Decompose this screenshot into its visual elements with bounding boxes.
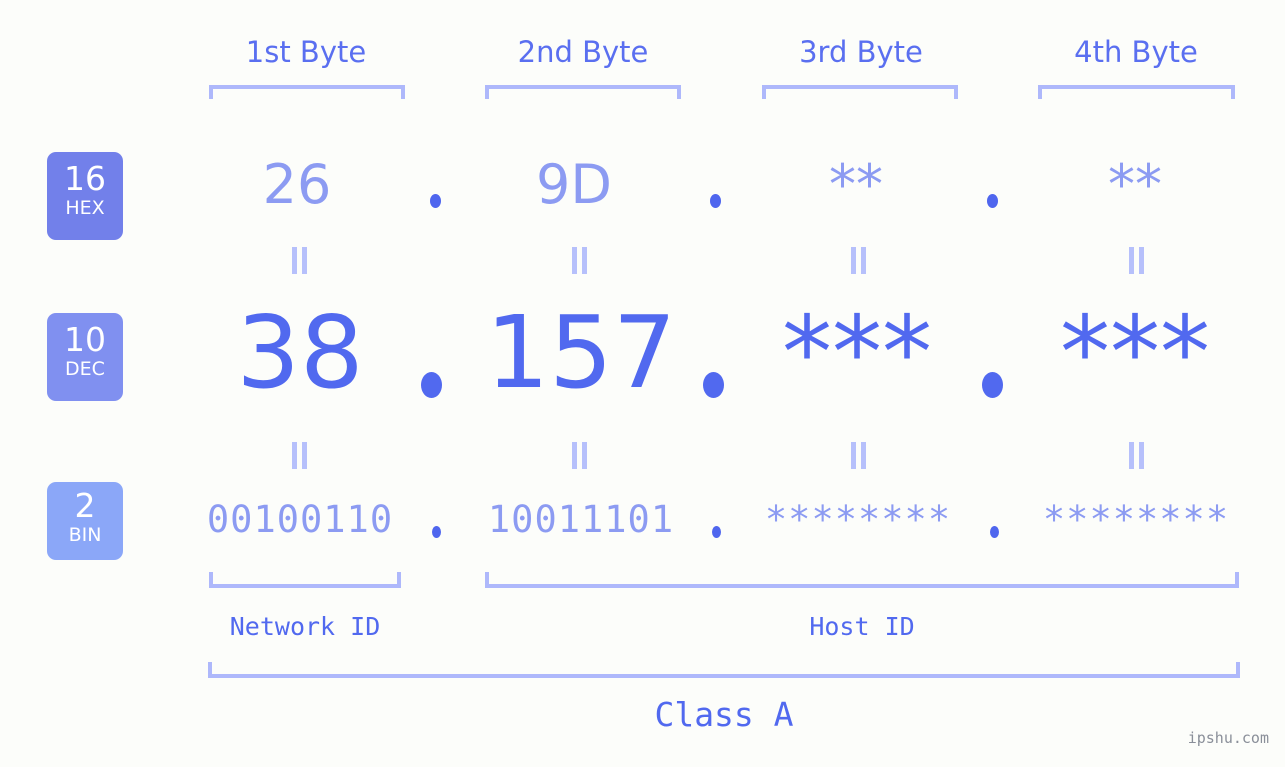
hex-separator-dot-3 [987,194,998,208]
dec-separator-dot-2 [703,372,724,398]
bin-separator-dot-1 [432,526,441,538]
network-id-label: Network ID [229,612,381,641]
byte-bracket-4 [1038,85,1235,99]
hex-separator-dot-1 [430,194,441,208]
base-badge-dec-name: DEC [65,358,105,380]
hex-separator-dot-2 [710,194,721,208]
base-badge-bin-name: BIN [68,524,102,546]
dec-separator-dot-1 [421,372,442,398]
hex-byte-4: ** [1108,153,1162,216]
equals-connector-dec-bin-1 [289,442,310,469]
base-badge-hex-number: 16 [64,159,106,198]
base-badge-bin: 2 BIN [47,482,123,560]
byte-header-3: 3rd Byte [799,35,923,69]
ip-address-breakdown-diagram: 1st Byte 2nd Byte 3rd Byte 4th Byte 16 H… [0,0,1285,767]
hex-byte-3: ** [829,153,883,216]
equals-connector-hex-dec-3 [848,247,869,274]
dec-byte-3: *** [782,294,932,411]
class-label: Class A [654,695,794,734]
byte-bracket-2 [485,85,681,99]
base-badge-hex-name: HEX [65,197,105,219]
equals-connector-dec-bin-2 [569,442,590,469]
byte-header-2: 2nd Byte [517,35,649,69]
host-id-bracket [485,572,1239,588]
base-badge-hex: 16 HEX [47,152,123,240]
watermark: ipshu.com [1187,729,1269,747]
equals-connector-dec-bin-4 [1126,442,1147,469]
equals-connector-hex-dec-1 [289,247,310,274]
hex-byte-2: 9D [536,153,612,216]
byte-bracket-3 [762,85,958,99]
dec-separator-dot-3 [982,372,1003,398]
byte-header-1: 1st Byte [245,35,367,69]
base-badge-bin-number: 2 [74,486,96,525]
base-badge-dec: 10 DEC [47,313,123,401]
bin-byte-2: 10011101 [487,498,675,541]
equals-connector-dec-bin-3 [848,442,869,469]
dec-byte-1: 38 [236,294,364,411]
bin-separator-dot-2 [712,526,721,538]
host-id-label: Host ID [809,612,915,641]
network-id-bracket [209,572,401,588]
hex-byte-1: 26 [262,153,332,216]
base-badge-dec-number: 10 [64,320,106,359]
bin-byte-1: 00100110 [206,498,394,541]
bin-separator-dot-3 [990,526,999,538]
dec-byte-4: *** [1060,294,1210,411]
bin-byte-4: ******** [1042,498,1230,541]
byte-bracket-1 [209,85,405,99]
bin-byte-3: ******** [764,498,952,541]
dec-byte-2: 157 [485,294,677,411]
equals-connector-hex-dec-2 [569,247,590,274]
equals-connector-hex-dec-4 [1126,247,1147,274]
byte-header-4: 4th Byte [1074,35,1198,69]
class-bracket [208,662,1240,678]
